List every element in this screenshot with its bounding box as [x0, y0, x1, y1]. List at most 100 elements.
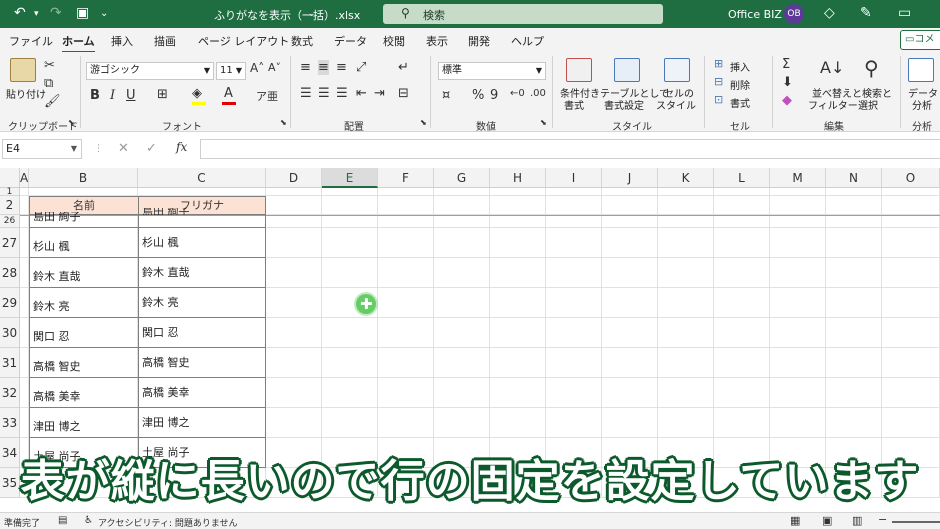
comment-button[interactable]: ▭コメント — [900, 30, 940, 63]
macro-record-icon[interactable]: ▤ — [58, 515, 67, 526]
row-header[interactable]: 27 — [0, 228, 20, 258]
cell-styles-icon[interactable] — [664, 58, 690, 82]
fill-color-icon[interactable]: ◈ — [192, 86, 202, 101]
ribbon-display-icon[interactable]: ▭ — [898, 5, 911, 21]
table-cell-name[interactable]: 鈴木 亮 — [33, 298, 70, 314]
font-size-select[interactable]: 11 ▼ — [216, 62, 246, 80]
zoom-slider[interactable] — [892, 521, 940, 523]
merge-center-icon[interactable]: ⊟ — [398, 86, 409, 101]
customize-toolbar-icon[interactable]: ⌄ — [100, 8, 108, 19]
table-cell-kana[interactable]: 関口 忍 — [142, 324, 179, 340]
undo-icon[interactable]: ↶ — [14, 5, 26, 21]
accessibility-icon[interactable]: ♿ — [84, 515, 93, 526]
status-accessibility[interactable]: アクセシビリティ: 問題ありません — [98, 516, 238, 529]
paste-icon[interactable] — [10, 58, 36, 82]
currency-icon[interactable]: ¤ — [442, 88, 450, 103]
table-cell-kana[interactable]: 島田 絢子 — [142, 208, 190, 215]
column-header[interactable]: N — [826, 168, 882, 188]
search-box[interactable]: ⚲ 検索 — [383, 4, 663, 24]
row-header[interactable]: 2 — [0, 196, 20, 215]
avatar[interactable]: OB — [784, 4, 804, 24]
analyze-data-icon[interactable] — [908, 58, 934, 82]
save-icon[interactable]: ▣ — [76, 5, 89, 21]
analyze-data-label-2[interactable]: 分析 — [912, 97, 932, 112]
table-cell-name[interactable]: 高橋 美幸 — [33, 388, 81, 404]
table-cell-kana[interactable]: 高橋 美幸 — [142, 384, 190, 400]
cancel-icon[interactable]: ✕ — [118, 141, 129, 156]
orientation-icon[interactable]: ⤢ — [356, 60, 366, 75]
pen-icon[interactable]: ✎ — [860, 5, 872, 21]
bold-icon[interactable]: B — [90, 88, 100, 103]
column-header[interactable]: J — [602, 168, 658, 188]
row-header[interactable]: 28 — [0, 258, 20, 288]
name-box[interactable]: E4 ▼ — [2, 139, 82, 159]
undo-dropdown-icon[interactable]: ▾ — [34, 9, 39, 19]
column-header[interactable]: C — [138, 168, 266, 188]
tab-file[interactable]: ファイル — [9, 33, 53, 49]
format-as-table-icon[interactable] — [614, 58, 640, 82]
insert-function-button[interactable]: fx — [176, 140, 187, 154]
increase-indent-icon[interactable]: ⇥ — [374, 86, 385, 101]
select-all-corner[interactable] — [0, 168, 20, 188]
table-cell-kana[interactable]: 鈴木 亮 — [142, 294, 179, 310]
find-select-label-2[interactable]: 選択 — [858, 97, 878, 112]
autosum-icon[interactable]: Σ — [782, 57, 790, 72]
format-cells-icon[interactable]: ⊡ — [714, 93, 723, 106]
table-cell-kana[interactable]: 鈴木 直哉 — [142, 264, 190, 280]
tab-insert[interactable]: 挿入 — [111, 33, 133, 49]
column-header[interactable]: O — [882, 168, 940, 188]
row-header[interactable]: 30 — [0, 318, 20, 348]
tab-draw[interactable]: 描画 — [154, 33, 176, 49]
redo-icon[interactable]: ↷ — [50, 5, 62, 21]
table-cell-name[interactable]: 高橋 智史 — [33, 358, 81, 374]
wrap-text-icon[interactable]: ↵ — [398, 60, 409, 75]
font-launcher-icon[interactable]: ⬊ — [280, 118, 287, 127]
column-header[interactable]: G — [434, 168, 490, 188]
decrease-indent-icon[interactable]: ⇤ — [356, 86, 367, 101]
table-cell-kana[interactable]: 津田 博之 — [142, 414, 190, 430]
column-header[interactable]: D — [266, 168, 322, 188]
font-name-select[interactable]: 游ゴシック ▼ — [86, 62, 214, 80]
sort-filter-icon[interactable]: A↓ — [820, 58, 844, 77]
column-header[interactable]: K — [658, 168, 714, 188]
table-cell-kana[interactable]: 杉山 楓 — [142, 234, 179, 250]
column-header[interactable]: B — [29, 168, 138, 188]
file-name[interactable]: ふりがなを表示（一括）.xlsx — [214, 7, 360, 23]
table-cell-name[interactable]: 津田 博之 — [33, 418, 81, 434]
normal-view-icon[interactable]: ▦ — [790, 514, 800, 527]
tab-view[interactable]: 表示 — [426, 33, 448, 49]
italic-icon[interactable]: I — [110, 88, 115, 103]
row-header[interactable]: 31 — [0, 348, 20, 378]
number-format-select[interactable]: 標準 ▼ — [438, 62, 546, 80]
insert-cells-label[interactable]: 挿入 — [730, 59, 750, 74]
align-top-icon[interactable]: ≡ — [300, 60, 311, 75]
phonetic-icon[interactable]: ア亜 — [256, 88, 278, 104]
comma-style-icon[interactable]: 9 — [490, 88, 498, 103]
format-as-table-label-2[interactable]: 書式設定 — [604, 97, 644, 112]
zoom-out-icon[interactable]: − — [878, 513, 887, 526]
align-bottom-icon[interactable]: ≡ — [336, 60, 347, 75]
row-header[interactable]: 29 — [0, 288, 20, 318]
align-left-icon[interactable]: ☰ — [300, 86, 312, 101]
page-layout-view-icon[interactable]: ▣ — [822, 514, 832, 527]
row-header[interactable]: 33 — [0, 408, 20, 438]
delete-cells-icon[interactable]: ⊟ — [714, 75, 723, 88]
delete-cells-label[interactable]: 削除 — [730, 77, 750, 92]
paste-label[interactable]: 貼り付け — [6, 86, 46, 101]
conditional-format-icon[interactable] — [566, 58, 592, 82]
fill-icon[interactable]: ⬇ — [782, 75, 793, 90]
decrease-decimal-icon[interactable]: .00 — [530, 88, 546, 99]
border-icon[interactable]: ⊞ — [157, 87, 168, 102]
column-header[interactable]: F — [378, 168, 434, 188]
user-name[interactable]: Office BIZ — [728, 8, 782, 21]
copy-icon[interactable]: ⧉ — [44, 76, 53, 91]
table-cell-name[interactable]: 杉山 楓 — [33, 238, 70, 254]
clear-icon[interactable]: ◆ — [782, 93, 792, 108]
cut-icon[interactable]: ✂ — [44, 58, 55, 73]
column-header[interactable]: E — [322, 168, 378, 188]
tab-developer[interactable]: 開発 — [468, 33, 490, 49]
row-header[interactable]: 1 — [0, 188, 20, 197]
diamond-icon[interactable]: ◇ — [824, 5, 835, 21]
column-header[interactable]: A — [20, 168, 29, 188]
tab-page-layout[interactable]: ページ レイアウト — [198, 33, 289, 49]
